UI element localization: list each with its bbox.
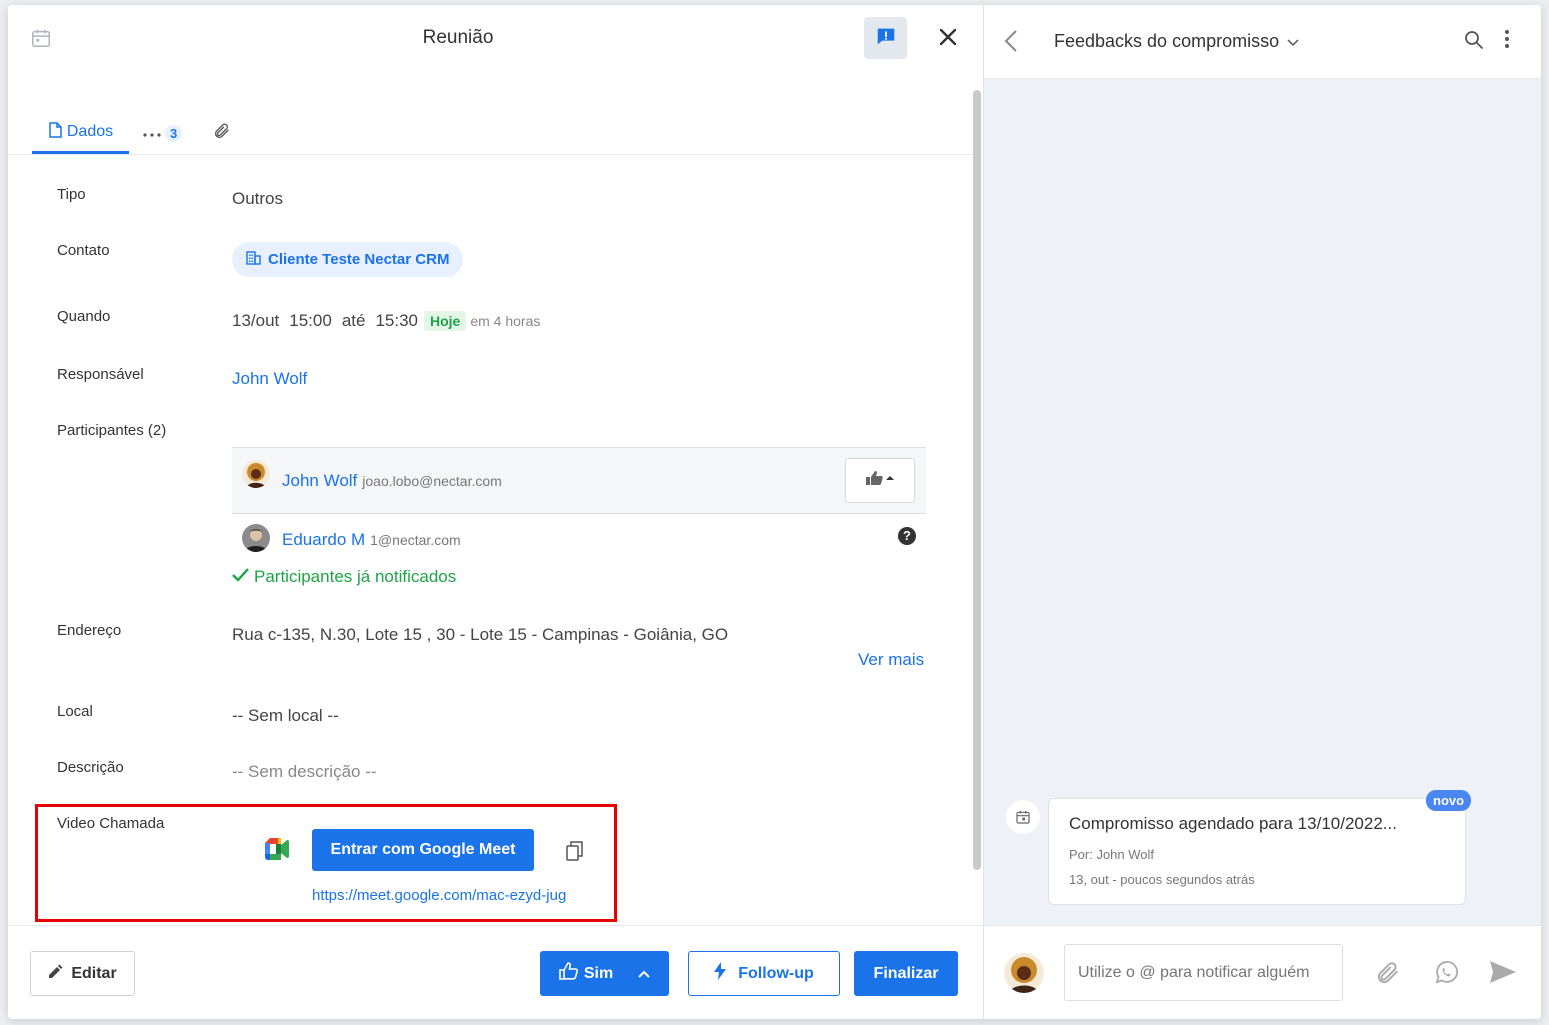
participants-notified-status: Participantes já notificados (232, 567, 456, 587)
chevron-up-icon (633, 965, 655, 983)
lightning-icon (714, 962, 738, 985)
paperclip-icon (213, 122, 231, 145)
close-button[interactable] (936, 27, 960, 51)
endereco-value: Rua c-135, N.30, Lote 15 , 30 - Lote 15 … (232, 625, 729, 644)
participant-email: joao.lobo@nectar.com (362, 473, 502, 489)
feedback-panel-title-text: Feedbacks do compromisso (1054, 31, 1280, 51)
modal-title: Reunião (422, 27, 494, 48)
message-composer (984, 925, 1541, 1019)
follow-up-button-label: Follow-up (738, 964, 814, 982)
feedback-card[interactable]: Compromisso agendado para 13/10/2022... … (1048, 798, 1466, 905)
close-icon (938, 27, 958, 52)
participantes-label: Participantes (2) (57, 422, 167, 439)
copy-icon[interactable] (566, 841, 584, 866)
contact-chip-label: Cliente Teste Nectar CRM (268, 251, 450, 268)
feedback-icon (875, 25, 897, 52)
more-vertical-icon[interactable] (1504, 29, 1510, 54)
paperclip-icon[interactable] (1375, 960, 1401, 991)
participant-name: Eduardo M (282, 530, 366, 549)
thumbs-up-icon (865, 470, 895, 491)
follow-up-button[interactable]: Follow-up (688, 951, 840, 996)
quando-label: Quando (57, 308, 111, 325)
contact-chip[interactable]: Cliente Teste Nectar CRM (232, 242, 464, 277)
confirm-sim-button[interactable]: Sim (540, 951, 669, 996)
avatar (1004, 953, 1044, 993)
feedback-panel-header: Feedbacks do compromisso (984, 5, 1541, 79)
whatsapp-icon[interactable] (1433, 960, 1459, 991)
tipo-value: Outros (232, 189, 284, 208)
new-badge: novo (1426, 790, 1472, 811)
feedback-panel-title[interactable]: Feedbacks do compromisso (1054, 31, 1299, 52)
participant-email: 1@nectar.com (370, 532, 461, 548)
modal-footer: Editar Sim Follow-up Finalizar (8, 925, 983, 1019)
ver-mais-link[interactable]: Ver mais (858, 650, 924, 670)
participant-item[interactable]: Eduardo M 1@nectar.com (282, 530, 461, 550)
search-icon[interactable] (1464, 30, 1484, 55)
meet-link[interactable]: https://meet.google.com/mac-ezyd-jug (312, 887, 566, 904)
quando-date: 13/out (232, 311, 280, 330)
descricao-value: -- Sem descrição -- (232, 762, 377, 781)
tab-more-count-badge: 3 (165, 125, 183, 142)
tipo-label: Tipo (57, 186, 86, 203)
today-badge: Hoje (424, 311, 467, 331)
google-meet-icon (265, 838, 292, 865)
quando-value: 13/out 15:00 até 15:30 Hoje em 4 horas (232, 311, 540, 331)
calendar-icon (1006, 800, 1040, 834)
feedback-card-title: Compromisso agendado para 13/10/2022... (1069, 814, 1397, 833)
document-icon (48, 121, 67, 143)
question-icon[interactable]: ? (898, 527, 916, 545)
notified-text: Participantes já notificados (254, 567, 457, 586)
edit-button-label: Editar (71, 964, 117, 982)
message-input[interactable] (1064, 944, 1343, 1001)
send-icon[interactable] (1489, 960, 1517, 989)
sim-button-label: Sim (583, 964, 614, 982)
responsavel-link[interactable]: John Wolf (232, 369, 307, 389)
participant-name: John Wolf (282, 471, 358, 490)
chevron-left-icon[interactable] (1004, 29, 1018, 58)
local-value: -- Sem local -- (232, 706, 339, 725)
participant-response-button[interactable] (845, 458, 915, 503)
relative-time: em 4 horas (470, 313, 541, 329)
feedback-panel: Feedbacks do compromisso Compromisso age… (983, 5, 1541, 1019)
tab-dados[interactable]: Dados (32, 113, 129, 154)
tab-bar: Dados 3 (8, 105, 976, 155)
avatar (242, 524, 270, 552)
feedback-card-author: Por: John Wolf (1069, 847, 1155, 862)
thumbs-up-icon (554, 962, 584, 985)
participant-row-highlighted: John Wolf joao.lobo@nectar.com (232, 447, 926, 514)
responsavel-label: Responsável (57, 366, 144, 383)
tab-attachments[interactable] (213, 113, 231, 154)
descricao-label: Descrição (57, 759, 124, 776)
participant-item[interactable]: John Wolf joao.lobo@nectar.com (282, 471, 502, 491)
appointment-modal: Reunião Dados 3 Tipo Outros Contato Clie… (8, 5, 1541, 1019)
more-dots-icon (143, 125, 161, 143)
local-label: Local (57, 703, 93, 720)
join-google-meet-button[interactable]: Entrar com Google Meet (312, 829, 534, 871)
tab-dados-label: Dados (66, 123, 114, 140)
appointment-details-panel: Reunião Dados 3 Tipo Outros Contato Clie… (8, 5, 983, 1019)
check-icon (232, 567, 254, 587)
pencil-icon (48, 964, 71, 984)
avatar (242, 460, 270, 488)
contato-label: Contato (57, 242, 110, 259)
quando-end: 15:30 (375, 311, 418, 330)
feedback-card-time: 13, out - poucos segundos atrás (1069, 872, 1255, 887)
finalize-button[interactable]: Finalizar (854, 951, 958, 996)
tab-more[interactable]: 3 (143, 113, 183, 154)
quando-ate: até (341, 311, 366, 330)
building-icon (246, 250, 268, 269)
chevron-down-icon (1279, 31, 1299, 52)
quando-start: 15:00 (289, 311, 332, 330)
edit-button[interactable]: Editar (30, 951, 135, 996)
video-call-label: Video Chamada (57, 815, 165, 832)
feedback-toggle-button[interactable] (864, 17, 907, 59)
scrollbar[interactable] (973, 90, 981, 870)
endereco-label: Endereço (57, 622, 122, 639)
